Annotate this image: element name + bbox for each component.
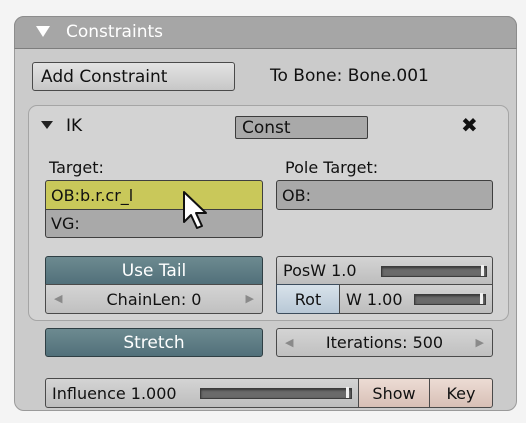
stretch-toggle[interactable]: Stretch (45, 328, 263, 357)
target-object-field[interactable]: OB:b.r.cr_l (45, 180, 263, 210)
influence-track[interactable] (200, 387, 352, 399)
decrement-arrow-icon[interactable]: ◀ (54, 292, 62, 305)
target-vertex-group-field[interactable]: VG: (45, 209, 263, 238)
close-icon[interactable]: ✖ (461, 113, 478, 137)
rotation-weight-knob[interactable] (480, 293, 483, 304)
chain-length-stepper[interactable]: ◀ ChainLen: 0 ▶ (45, 284, 263, 314)
position-weight-knob[interactable] (481, 265, 484, 276)
add-constraint-button[interactable]: Add Constraint (32, 62, 235, 91)
pole-target-label: Pole Target: (285, 158, 379, 177)
influence-knob[interactable] (346, 387, 349, 398)
influence-slider[interactable]: Influence 1.000 (45, 378, 359, 408)
increment-arrow-icon[interactable]: ▶ (476, 336, 484, 349)
rotation-weight-label: W 1.00 (346, 289, 403, 309)
iterations-value: Iterations: 500 (325, 333, 444, 352)
use-tail-toggle[interactable]: Use Tail (45, 256, 263, 285)
mouse-pointer-icon (183, 191, 207, 229)
triangle-down-icon[interactable] (36, 26, 50, 37)
increment-arrow-icon[interactable]: ▶ (246, 292, 254, 305)
constraint-name: IK (66, 116, 83, 136)
rotation-toggle[interactable]: Rot (276, 284, 340, 314)
position-weight-label: PosW 1.0 (283, 261, 357, 280)
rotation-weight-slider[interactable]: W 1.00 (339, 284, 493, 314)
position-weight-track[interactable] (381, 265, 487, 277)
chain-length-value: ChainLen: 0 (106, 289, 202, 309)
pole-target-object-field[interactable]: OB: (276, 180, 493, 210)
key-button[interactable]: Key (429, 378, 493, 408)
iterations-stepper[interactable]: ◀ Iterations: 500 ▶ (276, 328, 493, 357)
constraint-type-field[interactable]: Const (235, 116, 368, 139)
to-bone-label: To Bone: Bone.001 (270, 66, 429, 86)
ik-collapse-triangle-down-icon[interactable] (41, 121, 53, 129)
panel-title: Constraints (66, 22, 163, 42)
rotation-weight-track[interactable] (414, 293, 486, 305)
influence-label: Influence 1.000 (52, 383, 177, 403)
decrement-arrow-icon[interactable]: ◀ (285, 336, 293, 349)
position-weight-slider[interactable]: PosW 1.0 (276, 256, 493, 285)
target-label: Target: (49, 158, 104, 177)
show-button[interactable]: Show (358, 378, 430, 408)
